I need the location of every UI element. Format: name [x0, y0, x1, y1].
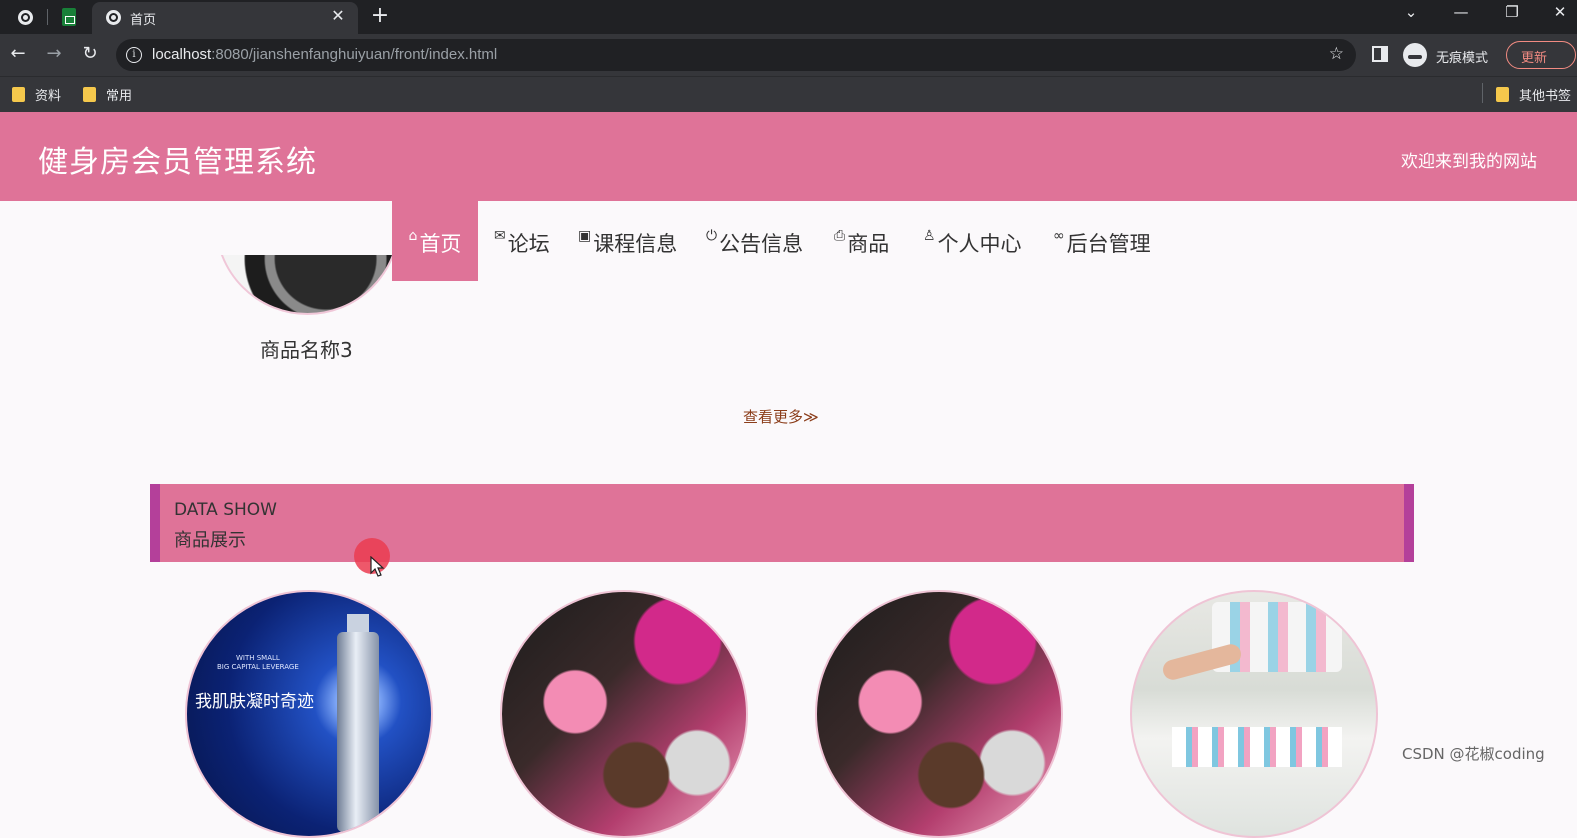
welcome-text: 欢迎来到我的网站	[1401, 152, 1537, 172]
product-image[interactable]	[815, 590, 1063, 838]
print-icon: ⎙	[834, 228, 846, 244]
folder-icon	[83, 87, 96, 102]
bookmark-star-icon[interactable]: ☆	[1329, 44, 1344, 64]
url-input[interactable]: i localhost:8080/jianshenfanghuiyuan/fro…	[116, 39, 1356, 71]
watermark: CSDN @花椒coding	[1402, 745, 1545, 763]
tab-title: 首页	[130, 13, 157, 28]
bookmark-folder-other[interactable]: 其他书签	[1496, 85, 1571, 104]
cursor-arrow-icon	[370, 556, 385, 577]
bookmark-folder[interactable]: 常用	[83, 85, 132, 104]
product-image-text: WITH SMALL BIG CAPITAL LEVERAGE	[217, 654, 299, 671]
user-icon: ♙	[923, 228, 936, 244]
back-button[interactable]: ←	[6, 43, 30, 64]
gift-icon: ▣	[578, 228, 592, 244]
site-header: 健身房会员管理系统 欢迎来到我的网站	[0, 112, 1577, 201]
see-more-link[interactable]: 查看更多≫	[743, 406, 819, 427]
close-window-button[interactable]: ✕	[1545, 3, 1575, 21]
folder-icon	[12, 87, 25, 102]
tab-separator	[47, 9, 48, 25]
folder-icon	[1496, 87, 1509, 102]
incognito-label: 无痕模式	[1436, 51, 1489, 66]
update-button[interactable]: 更新	[1506, 41, 1576, 69]
bookmark-folder[interactable]: 资料	[12, 85, 61, 104]
product-image[interactable]	[500, 590, 748, 838]
globe-icon[interactable]	[14, 6, 36, 28]
sheets-tab-icon[interactable]	[58, 6, 80, 28]
nav-item-forum[interactable]: ✉ 论坛	[494, 201, 550, 281]
mail-icon: ✉	[494, 228, 506, 244]
url-text: localhost:8080/jianshenfanghuiyuan/front…	[152, 46, 498, 63]
nav-item-home[interactable]: ⌂ 首页	[392, 201, 478, 281]
active-tab[interactable]: 首页 ✕	[92, 2, 358, 34]
nav-item-admin[interactable]: ∞ 后台管理	[1053, 201, 1151, 281]
nav-item-personal-center[interactable]: ♙ 个人中心	[923, 201, 1022, 281]
nav-item-announcements[interactable]: ⏻ 公告信息	[706, 201, 803, 281]
section-title-cn: 商品展示	[174, 530, 246, 551]
reload-button[interactable]: ↻	[78, 43, 102, 64]
section-title-en: DATA SHOW	[174, 500, 277, 520]
info-icon[interactable]: i	[126, 47, 142, 63]
globe-icon	[102, 6, 124, 28]
minimize-button[interactable]: —	[1446, 3, 1476, 21]
close-tab-icon[interactable]: ✕	[328, 6, 348, 25]
product-image-text: 我肌肤凝时奇迹	[195, 692, 314, 712]
tab-search-icon[interactable]: ⌄	[1396, 3, 1426, 21]
nav-item-products[interactable]: ⎙ 商品	[834, 201, 889, 281]
forward-button[interactable]: →	[42, 43, 66, 64]
product-image[interactable]	[1130, 590, 1378, 838]
home-icon: ⌂	[408, 228, 418, 244]
incognito-icon[interactable]	[1403, 43, 1427, 67]
power-icon: ⏻	[706, 228, 718, 244]
nav-item-courses[interactable]: ▣ 课程信息	[578, 201, 677, 281]
product-name[interactable]: 商品名称3	[260, 334, 353, 363]
link-icon: ∞	[1053, 228, 1065, 244]
side-panel-icon[interactable]	[1372, 46, 1388, 62]
restore-button[interactable]: ❐	[1497, 3, 1527, 21]
browser-tab-bar: 首页 ✕ + ⌄ — ❐ ✕	[0, 0, 1577, 34]
bookmarks-bar: 资料 常用 其他书签	[0, 76, 1577, 112]
bookmark-separator	[1482, 83, 1483, 103]
site-title: 健身房会员管理系统	[38, 145, 317, 180]
address-bar-row: ← → ↻ i localhost:8080/jianshenfanghuiyu…	[0, 34, 1577, 76]
product-grid: WITH SMALL BIG CAPITAL LEVERAGE 我肌肤凝时奇迹	[0, 590, 1577, 838]
section-header: DATA SHOW 商品展示	[150, 484, 1414, 562]
main-nav: ⌂ 首页 ✉ 论坛 ▣ 课程信息 ⏻ 公告信息 ⎙ 商品 ♙ 个人中心 ∞ 后台管理	[0, 201, 1577, 281]
product-image[interactable]: WITH SMALL BIG CAPITAL LEVERAGE 我肌肤凝时奇迹	[185, 590, 433, 838]
new-tab-button[interactable]: +	[370, 3, 390, 28]
